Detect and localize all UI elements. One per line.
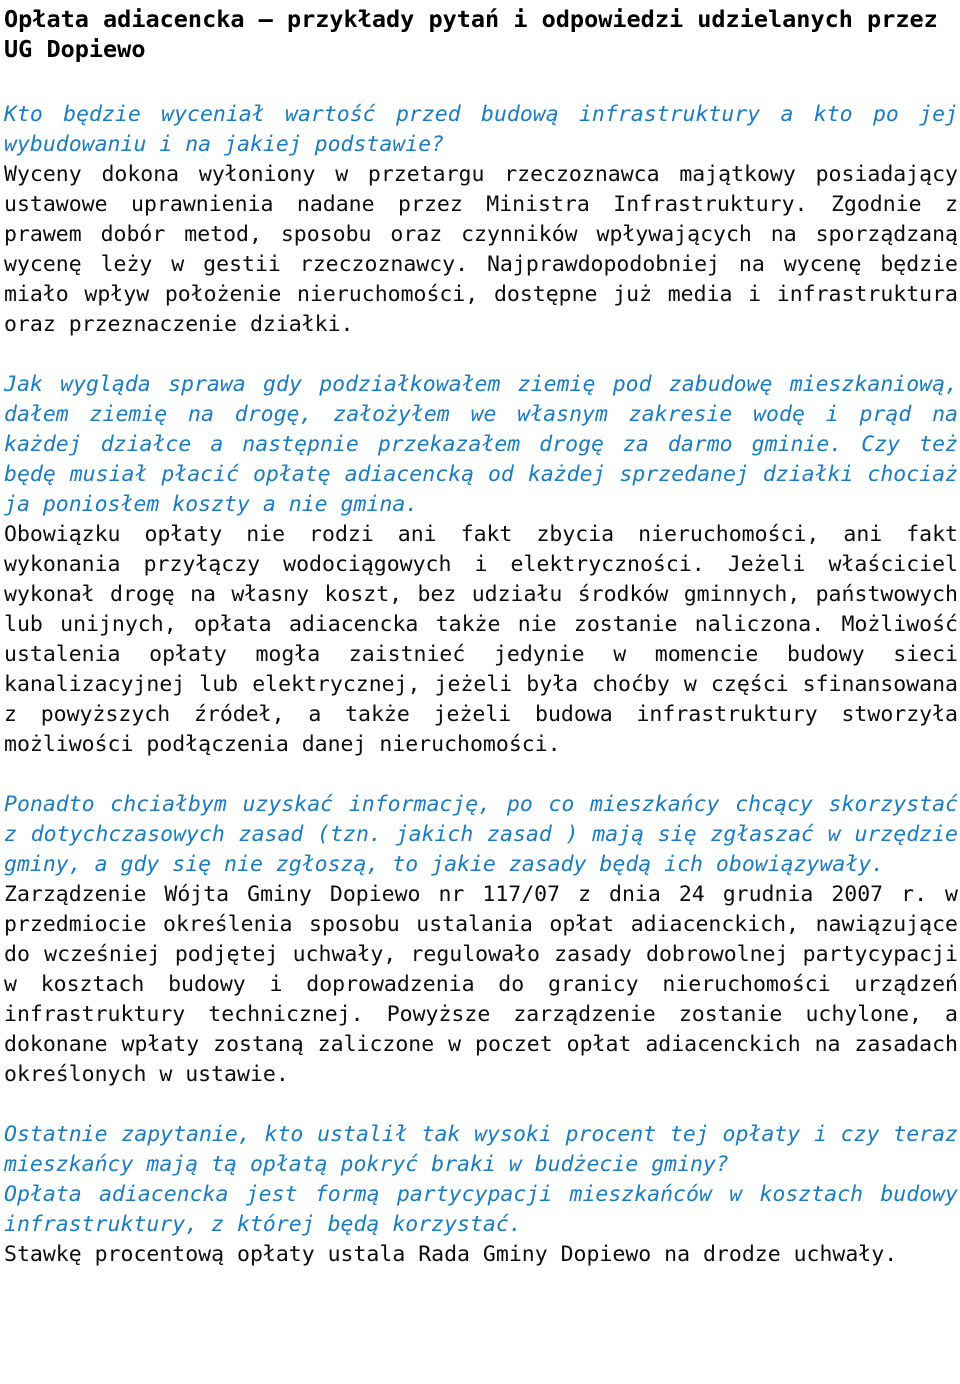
qa-section-1: Kto będzie wyceniał wartość przed budową… — [4, 100, 958, 340]
page-title: Opłata adiacencka – przykłady pytań i od… — [4, 5, 938, 63]
qa-section-4: Ostatnie zapytanie, kto ustalił tak wyso… — [4, 1120, 958, 1270]
section-spacer-2 — [4, 760, 958, 790]
question-text-3: Ponadto chciałbym uzyskać informację, po… — [4, 792, 958, 877]
qa-section-2: Jak wygląda sprawa gdy podziałkowałem zi… — [4, 370, 958, 760]
question-text-2: Jak wygląda sprawa gdy podziałkowałem zi… — [4, 372, 958, 517]
section-spacer-3 — [4, 1090, 958, 1120]
title-spacer — [4, 70, 958, 100]
qa-section-3: Ponadto chciałbym uzyskać informację, po… — [4, 790, 958, 1090]
answer-text-4: Stawkę procentową opłaty ustala Rada Gmi… — [4, 1242, 898, 1267]
answer-text-1: Wyceny dokona wyłoniony w przetargu rzec… — [4, 162, 958, 337]
section-spacer-1 — [4, 340, 958, 370]
answer-text-3: Zarządzenie Wójta Gminy Dopiewo nr 117/0… — [4, 882, 958, 1087]
answer-text-2: Obowiązku opłaty nie rodzi ani fakt zbyc… — [4, 522, 958, 757]
question-text-4-continued: Opłata adiacencka jest formą partycypacj… — [4, 1182, 958, 1237]
document-page: Opłata adiacencka – przykłady pytań i od… — [0, 0, 960, 1384]
question-text-4: Ostatnie zapytanie, kto ustalił tak wyso… — [4, 1122, 958, 1177]
question-text-1: Kto będzie wyceniał wartość przed budową… — [4, 102, 958, 157]
